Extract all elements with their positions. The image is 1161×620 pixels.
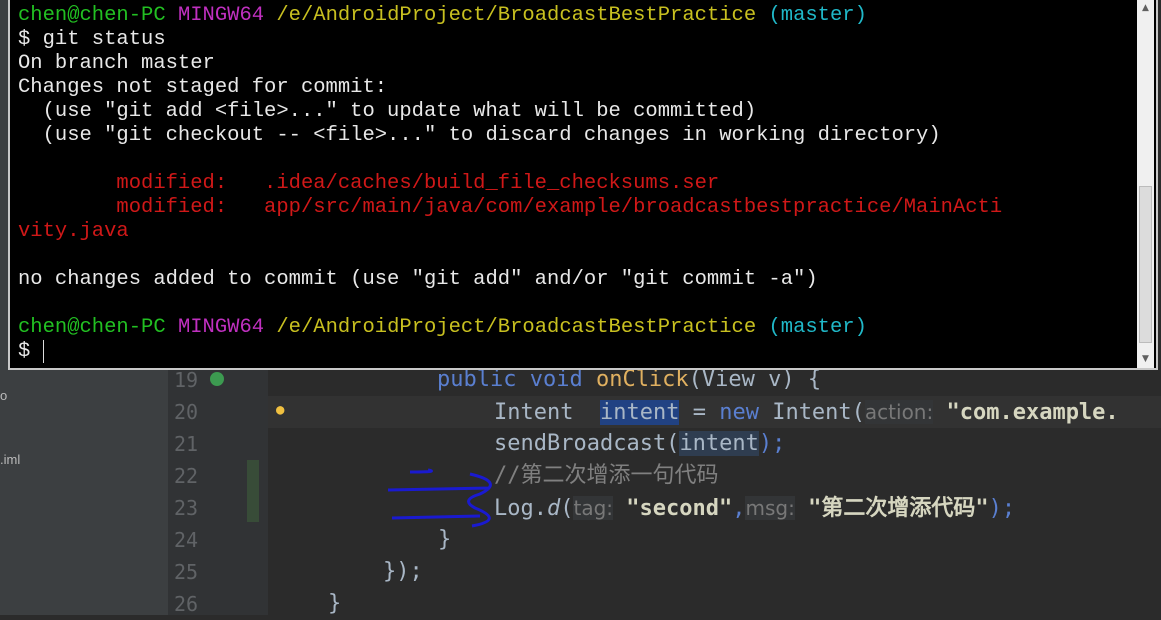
line-number: 22 (174, 464, 199, 488)
line-number: 21 (174, 432, 199, 456)
input-prompt[interactable]: $ (18, 340, 43, 363)
line-number: 23 (174, 496, 199, 520)
code-line-21[interactable]: sendBroadcast(intent); (494, 428, 785, 460)
prompt-line: chen@chen-PC MINGW64 /e/AndroidProject/B… (18, 4, 867, 27)
implements-icon[interactable] (210, 372, 224, 386)
line-number: 26 (174, 592, 199, 616)
vcs-added-marker[interactable] (247, 460, 259, 522)
line-number: 25 (174, 560, 199, 584)
code-line-22[interactable]: //第二次增添一句代码 (494, 460, 719, 492)
hand-drawn-arrow-annotation (387, 468, 492, 528)
terminal-window[interactable]: chen@chen-PC MINGW64 /e/AndroidProject/B… (8, 0, 1158, 370)
sidebar-fragment[interactable]: o (0, 388, 7, 403)
param-hint: action: (864, 400, 934, 424)
scroll-down-icon[interactable]: ▼ (1137, 351, 1154, 368)
scrollbar-thumb[interactable] (1139, 186, 1152, 343)
terminal-scrollbar[interactable]: ▲ ▼ (1137, 0, 1154, 368)
code-line-20[interactable]: Intent intent = new Intent(action: "com.… (494, 396, 1119, 428)
code-line-26[interactable]: } (328, 588, 341, 620)
scroll-up-icon[interactable]: ▲ (1137, 0, 1154, 17)
terminal-output: chen@chen-PC MINGW64 /e/AndroidProject/B… (18, 4, 1003, 363)
cursor (42, 340, 56, 363)
lightbulb-icon[interactable]: ● (276, 402, 284, 418)
prompt-line: chen@chen-PC MINGW64 /e/AndroidProject/B… (18, 316, 867, 339)
line-number: 19 (174, 368, 199, 392)
line-number: 24 (174, 528, 199, 552)
code-line-23[interactable]: Log.d(tag: "second",msg: "第二次增添代码"); (494, 492, 1015, 524)
sidebar-fragment[interactable]: .iml (0, 452, 20, 467)
code-line-25[interactable]: }); (383, 556, 423, 588)
line-number: 20 (174, 400, 199, 424)
